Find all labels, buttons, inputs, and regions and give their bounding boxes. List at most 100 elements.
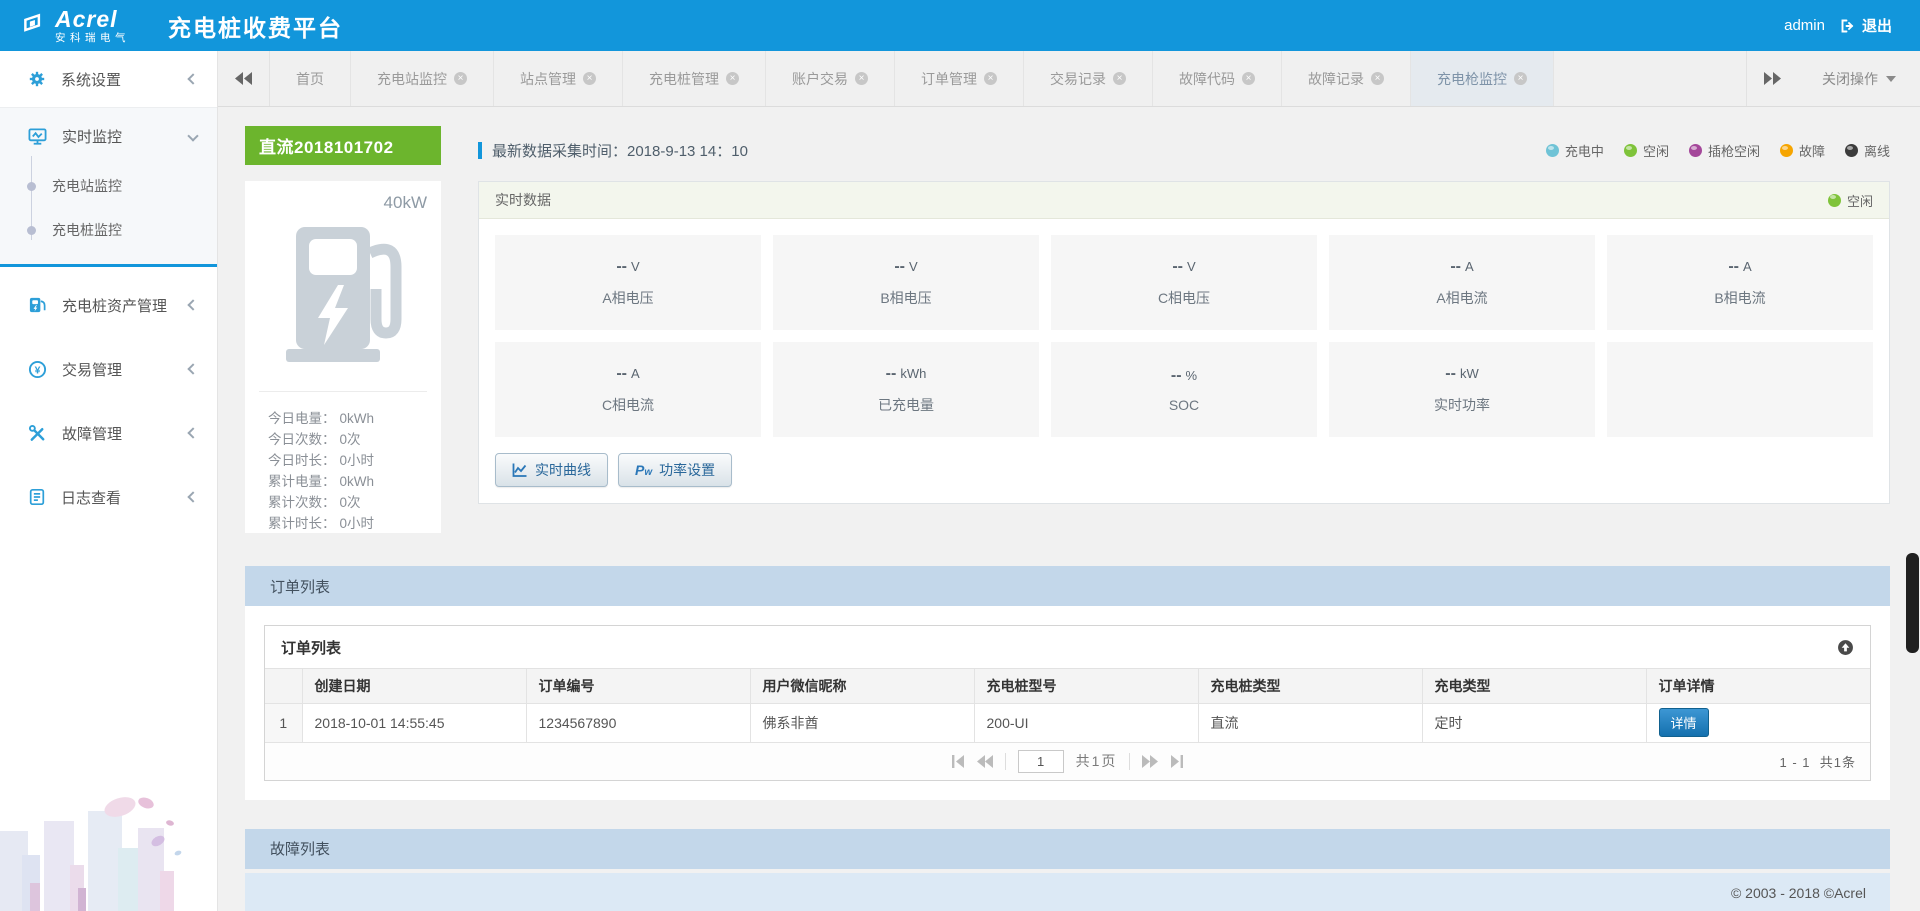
close-icon[interactable]: × (984, 72, 997, 85)
close-icon[interactable]: × (583, 72, 596, 85)
metric-charged-energy: -- kWh 已充电量 (773, 342, 1039, 437)
col-pile-type: 充电桩类型 (1198, 669, 1423, 704)
cell-pile-model: 200-UI (974, 703, 1199, 743)
prev-page-icon[interactable] (976, 754, 993, 768)
tab-trade-records[interactable]: 交易记录 × (1024, 51, 1153, 106)
gear-icon (29, 71, 45, 87)
order-table: 创建日期 订单编号 用户微信昵称 充电桩型号 充电桩类型 充电类型 订单详情 1… (265, 669, 1870, 743)
legend-charging: 充电中 (1545, 141, 1604, 160)
scrollbar-thumb[interactable] (1906, 553, 1919, 653)
log-icon (29, 488, 45, 506)
stat-today-count: 今日次数： 0次 (268, 432, 361, 447)
legend-idle: 空闲 (1623, 141, 1669, 160)
logout-button[interactable]: 退出 (1839, 15, 1892, 36)
close-icon[interactable]: × (1371, 72, 1384, 85)
monitor-icon (28, 127, 47, 145)
pile-name-header[interactable]: 直流2018101702 (245, 126, 441, 165)
close-icon[interactable]: × (1242, 72, 1255, 85)
chevron-left-icon (187, 363, 199, 375)
chevron-left-icon (187, 299, 199, 311)
acrel-logo-icon (24, 13, 41, 32)
sidebar-item-station-monitor[interactable]: 充电站监控 (0, 156, 217, 216)
sidebar-item-pile-monitor[interactable]: 充电桩监控 (0, 200, 217, 252)
sidebar-item-fault-mgmt[interactable]: 故障管理 (0, 405, 217, 461)
sidebar-group-realtime-monitor: 实时监控 充电站监控 充电桩监控 (0, 107, 217, 267)
record-count: 1 - 1 共1条 (1779, 754, 1856, 770)
metric-empty-card (1607, 342, 1873, 437)
cell-wechat-nickname: 佛系非酋 (750, 703, 975, 743)
collect-time: 最新数据采集时间：2018-9-13 14：10 (492, 143, 748, 160)
status-legend: 充电中 空闲 插枪空闲 故障 离线 (1545, 141, 1890, 160)
cell-charge-type: 定时 (1422, 703, 1647, 743)
tab-gun-monitor-active[interactable]: 充电枪监控 × (1411, 51, 1554, 106)
sidebar-item-system-settings[interactable]: 系统设置 (0, 51, 217, 107)
sidebar-item-pile-assets[interactable]: 充电桩资产管理 (0, 277, 217, 333)
tab-station-monitor[interactable]: 充电站监控 × (351, 51, 494, 106)
chevron-left-icon (187, 427, 199, 439)
realtime-curve-button[interactable]: 实时曲线 (495, 453, 608, 487)
charging-dot-icon (1545, 144, 1559, 157)
idle-dot-icon (1623, 144, 1637, 157)
legend-plugged-idle: 插枪空闲 (1688, 141, 1760, 160)
copyright: © 2003 - 2018 ©Acrel (1730, 885, 1866, 901)
first-page-icon[interactable] (951, 754, 965, 768)
collapse-panel-icon[interactable] (1837, 639, 1854, 656)
logout-icon (1841, 19, 1854, 32)
sidebar-item-transaction-mgmt[interactable]: ¥ 交易管理 (0, 341, 217, 397)
chevron-left-icon (187, 73, 199, 85)
col-wechat-nickname: 用户微信昵称 (750, 669, 975, 704)
bullet-icon (27, 225, 36, 235)
sidebar-item-realtime-monitor[interactable]: 实时监控 (0, 108, 217, 164)
logo-subtext: 安科瑞电气 (55, 31, 130, 44)
close-icon[interactable]: × (726, 72, 739, 85)
tabs-scroll-left-icon[interactable] (218, 51, 270, 106)
bullet-icon (27, 181, 36, 191)
cell-order-no: 1234567890 (526, 703, 751, 743)
legend-offline: 离线 (1844, 141, 1890, 160)
top-header: Acrel 安科瑞电气 充电桩收费平台 admin 退出 (0, 0, 1920, 51)
col-row-number (265, 669, 303, 704)
stat-today-energy: 今日电量： 0kWh (268, 411, 375, 426)
tab-fault-codes[interactable]: 故障代码 × (1153, 51, 1282, 106)
tab-order-mgmt[interactable]: 订单管理 × (895, 51, 1024, 106)
last-page-icon[interactable] (1170, 754, 1184, 768)
order-panel-title: 订单列表 (281, 639, 342, 657)
main-content: 直流2018101702 40kW 今日电量： 0kWh 今日次数： 0次 今日时长… (218, 107, 1920, 911)
page-number-input[interactable] (1017, 749, 1064, 773)
metric-voltage-b: -- V B相电压 (773, 235, 1039, 330)
close-operations-menu[interactable]: 关闭操作 (1798, 51, 1920, 106)
tab-account-trade[interactable]: 账户交易 × (766, 51, 895, 106)
cell-row-number: 1 (265, 703, 303, 743)
cell-pile-type: 直流 (1198, 703, 1423, 743)
tab-home[interactable]: 首页 (270, 51, 351, 106)
sidebar-item-log-view[interactable]: 日志查看 (0, 469, 217, 525)
tab-pile-mgmt[interactable]: 充电桩管理 × (623, 51, 766, 106)
acrel-logo: Acrel 安科瑞电气 (22, 7, 130, 44)
next-page-icon[interactable] (1142, 754, 1159, 768)
close-icon[interactable]: × (1113, 72, 1126, 85)
col-order-detail: 订单详情 (1646, 669, 1870, 704)
order-section-body: 订单列表 创建日期 订单编号 用户微信昵称 充电桩型号 充电桩类型 充电类型 订 (245, 606, 1890, 800)
vertical-scrollbar (1906, 107, 1919, 911)
metric-realtime-power: -- kW 实时功率 (1329, 342, 1595, 437)
tabs-scroll-right-icon[interactable] (1746, 51, 1798, 106)
close-icon[interactable]: × (454, 72, 467, 85)
stat-today-duration: 今日时长： 0小时 (268, 453, 375, 468)
table-row: 1 2018-10-01 14:55:45 1234567890 佛系非酋 20… (265, 703, 1870, 743)
tab-site-mgmt[interactable]: 站点管理 × (494, 51, 623, 106)
power-settings-button[interactable]: Pw 功率设置 (618, 453, 733, 487)
gun-status-badge: 空闲 (1827, 191, 1873, 210)
pagination-bar: 共1页 1 - 1 共1条 (265, 742, 1870, 780)
chevron-down-icon (187, 130, 199, 142)
close-icon[interactable]: × (1514, 72, 1527, 85)
charger-icon (29, 297, 46, 312)
charging-pile-icon (286, 227, 402, 362)
close-icon[interactable]: × (855, 72, 868, 85)
metric-current-a: -- A A相电流 (1329, 235, 1595, 330)
footer: © 2003 - 2018 ©Acrel (245, 872, 1890, 911)
cell-create-date: 2018-10-01 14:55:45 (302, 703, 527, 743)
order-detail-button[interactable]: 详情 (1658, 708, 1709, 737)
tab-fault-records[interactable]: 故障记录 × (1282, 51, 1411, 106)
metric-current-b: -- A B相电流 (1607, 235, 1873, 330)
power-settings-icon: Pw (635, 462, 653, 478)
